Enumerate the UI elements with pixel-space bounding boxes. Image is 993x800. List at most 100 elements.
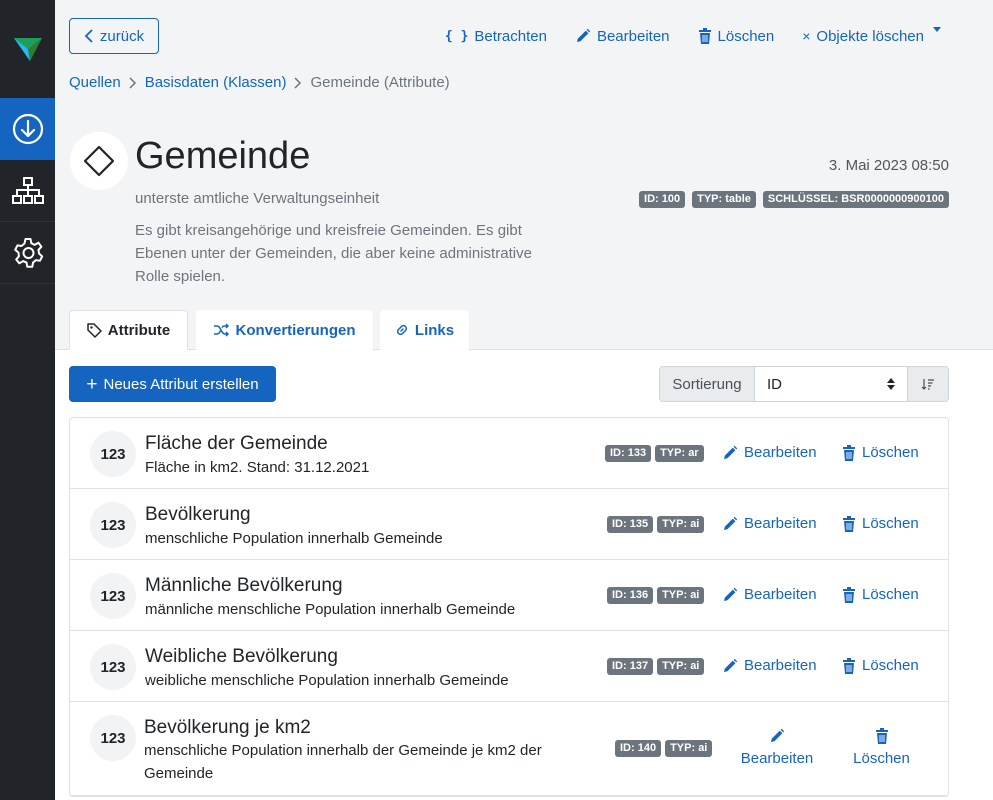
id-badge: ID: 136 — [607, 587, 654, 604]
new-attribute-label: Neues Attribut erstellen — [103, 375, 259, 393]
braces-icon: { } — [444, 28, 469, 44]
delete-attribute-button[interactable]: Löschen — [842, 657, 919, 674]
delete-attribute-button[interactable]: Löschen — [842, 515, 919, 532]
id-badge: ID: 140 — [615, 740, 662, 757]
delete-label: Löschen — [862, 586, 919, 603]
sidebar-item-settings[interactable] — [0, 222, 55, 284]
breadcrumb-item-sources[interactable]: Quellen — [69, 74, 121, 91]
id-badge: ID: 137 — [607, 658, 654, 675]
class-icon — [70, 132, 128, 190]
tab-attributes-label: Attribute — [107, 321, 171, 339]
number-type-icon: 123 — [90, 431, 136, 477]
tab-attributes[interactable]: Attribute — [69, 310, 188, 350]
attribute-name: Weibliche Bevölkerung — [145, 646, 338, 667]
main-content: zurück { } Betrachten Bearbeiten Löschen… — [55, 0, 993, 800]
page-subtitle: unterste amtliche Verwaltungseinheit — [135, 190, 380, 207]
attribute-description: menschliche Population innerhalb der Gem… — [144, 742, 542, 782]
number-type-icon: 123 — [90, 573, 136, 619]
tab-links-label: Links — [414, 321, 455, 339]
breadcrumb-item-current: Gemeinde (Attribute) — [310, 74, 450, 91]
delete-label: Löschen — [853, 750, 910, 767]
delete-objects-button[interactable]: × Objekte löschen — [802, 28, 924, 45]
edit-button[interactable]: Bearbeiten — [575, 28, 670, 45]
triangle-logo-icon[interactable] — [0, 0, 55, 98]
diamond-icon — [83, 145, 115, 177]
type-badge: TYP: ar — [655, 445, 704, 462]
list-item[interactable]: 123 Männliche Bevölkerung männliche mens… — [70, 560, 948, 631]
shuffle-icon — [214, 323, 230, 337]
sidebar-item-import[interactable] — [0, 98, 55, 160]
trash-icon — [698, 28, 711, 44]
pencil-icon — [724, 445, 738, 459]
attribute-name: Bevölkerung je km2 — [144, 717, 311, 738]
delete-objects-label: Objekte löschen — [816, 27, 924, 45]
delete-attribute-button[interactable]: Löschen — [849, 728, 914, 767]
sort-select[interactable]: ID — [755, 367, 908, 401]
sort-label: Sortierung — [660, 367, 755, 401]
delete-label: Löschen — [862, 515, 919, 532]
back-button[interactable]: zurück — [69, 18, 159, 54]
new-attribute-button[interactable]: + Neues Attribut erstellen — [69, 366, 276, 402]
delete-attribute-button[interactable]: Löschen — [842, 586, 919, 603]
tab-conversions[interactable]: Konvertierungen — [196, 310, 373, 350]
attribute-description: weibliche menschliche Population innerha… — [145, 672, 509, 689]
timestamp: 3. Mai 2023 08:50 — [828, 157, 949, 174]
attribute-description: Fläche in km2. Stand: 31.12.2021 — [145, 459, 370, 476]
edit-label: Bearbeiten — [744, 515, 817, 532]
view-button[interactable]: { } Betrachten — [445, 28, 547, 45]
sidebar — [0, 0, 55, 800]
link-icon — [396, 324, 407, 336]
tag-icon — [87, 322, 102, 338]
sidebar-item-structure[interactable] — [0, 160, 55, 222]
sitemap-icon — [11, 176, 44, 204]
number-type-icon: 123 — [90, 644, 136, 690]
delete-button-label: Löschen — [717, 27, 775, 45]
key-badge: SCHLÜSSEL: BSR0000000900100 — [762, 191, 949, 208]
edit-attribute-button[interactable]: Bearbeiten — [722, 515, 817, 532]
pencil-icon — [724, 516, 738, 530]
attribute-description: männliche menschliche Population innerha… — [145, 601, 516, 618]
edit-attribute-button[interactable]: Bearbeiten — [737, 728, 817, 767]
edit-button-label: Bearbeiten — [596, 27, 670, 45]
attribute-list: 123 Fläche der Gemeinde Fläche in km2. S… — [69, 417, 949, 797]
delete-label: Löschen — [862, 657, 919, 674]
pencil-icon — [576, 28, 591, 42]
edit-attribute-button[interactable]: Bearbeiten — [722, 444, 817, 461]
sort-direction-button[interactable] — [908, 367, 948, 401]
pencil-icon — [724, 658, 738, 672]
sort-select-value: ID — [767, 375, 782, 393]
trash-icon — [875, 728, 888, 744]
attribute-name: Fläche der Gemeinde — [145, 433, 328, 454]
chevron-left-icon — [84, 29, 93, 43]
edit-attribute-button[interactable]: Bearbeiten — [722, 586, 817, 603]
list-item[interactable]: 123 Weibliche Bevölkerung weibliche mens… — [70, 631, 948, 702]
id-badge: ID: 100 — [639, 191, 686, 208]
tab-links[interactable]: Links — [380, 310, 469, 350]
attribute-name: Bevölkerung — [145, 504, 251, 525]
caret-down-icon[interactable] — [933, 27, 941, 32]
list-item[interactable]: 123 Bevölkerung je km2 menschliche Popul… — [70, 702, 948, 796]
id-badge: ID: 135 — [607, 516, 654, 533]
edit-label: Bearbeiten — [744, 657, 817, 674]
edit-label: Bearbeiten — [740, 750, 814, 767]
gear-icon — [13, 237, 43, 268]
delete-button[interactable]: Löschen — [698, 27, 775, 45]
type-badge: TYP: table — [692, 191, 756, 208]
edit-label: Bearbeiten — [744, 444, 817, 461]
type-badge: TYP: ai — [665, 740, 713, 757]
pencil-icon — [724, 587, 738, 601]
trash-icon — [843, 657, 855, 674]
toolbar: { } Betrachten Bearbeiten Löschen × Obje… — [445, 18, 948, 54]
type-badge: TYP: ai — [657, 587, 705, 604]
attribute-name: Männliche Bevölkerung — [145, 575, 343, 596]
list-item[interactable]: 123 Fläche der Gemeinde Fläche in km2. S… — [70, 418, 948, 489]
attribute-badges: ID: 140 TYP: ai — [615, 740, 713, 757]
select-arrows-icon — [887, 378, 895, 390]
delete-attribute-button[interactable]: Löschen — [842, 444, 919, 461]
trash-icon — [843, 444, 855, 461]
breadcrumb-item-classes[interactable]: Basisdaten (Klassen) — [145, 74, 287, 91]
list-item[interactable]: 123 Bevölkerung menschliche Population i… — [70, 489, 948, 560]
edit-attribute-button[interactable]: Bearbeiten — [722, 657, 817, 674]
type-badge: TYP: ai — [657, 516, 705, 533]
page-title: Gemeinde — [135, 135, 311, 177]
